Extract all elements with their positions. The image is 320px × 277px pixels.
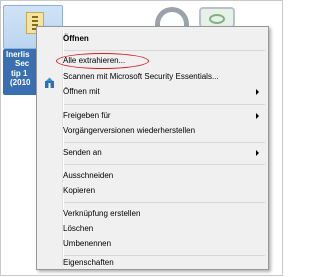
menu-item-eigenschaften[interactable]: Eigenschaften bbox=[63, 256, 114, 270]
menu-item-ausschneiden[interactable]: Ausschneiden bbox=[63, 169, 113, 183]
file-name-line: tip 1 bbox=[11, 69, 28, 78]
menu-item-oeffnen[interactable]: Öffnen bbox=[63, 32, 89, 46]
menu-separator bbox=[64, 142, 265, 143]
menu-separator bbox=[64, 202, 265, 203]
menu-item-senden-an[interactable]: Senden an bbox=[63, 146, 102, 160]
menu-item-scannen-mse[interactable]: Scannen mit Microsoft Security Essential… bbox=[63, 70, 219, 84]
file-name-line: Inerlis bbox=[6, 50, 30, 59]
menu-item-kopieren[interactable]: Kopieren bbox=[63, 184, 95, 198]
menu-item-oeffnen-mit[interactable]: Öffnen mit bbox=[63, 85, 100, 99]
menu-item-vorgaengerversionen[interactable]: Vorgängerversionen wiederherstellen bbox=[63, 124, 195, 138]
menu-separator bbox=[64, 164, 265, 165]
screenshot-frame: Inerlis Sec tip 1 (2010 Öffnen Alle extr… bbox=[0, 0, 283, 276]
file-name-line: Sec bbox=[15, 59, 30, 68]
menu-separator bbox=[64, 104, 265, 105]
menu-item-umbenennen[interactable]: Umbenennen bbox=[63, 237, 111, 251]
submenu-arrow-icon bbox=[256, 89, 259, 95]
menu-separator bbox=[64, 50, 265, 51]
menu-item-verknuepfung-erstellen[interactable]: Verknüpfung erstellen bbox=[63, 207, 140, 221]
submenu-arrow-icon bbox=[256, 150, 259, 156]
highlight-annotation-circle bbox=[56, 53, 149, 69]
microsoft-security-essentials-icon bbox=[45, 77, 54, 88]
file-name-line: (2010 bbox=[10, 78, 31, 87]
context-menu: Öffnen Alle extrahieren... Scannen mit M… bbox=[36, 26, 269, 270]
submenu-arrow-icon bbox=[256, 113, 259, 119]
menu-item-freigeben-fuer[interactable]: Freigeben für bbox=[63, 109, 111, 123]
menu-item-loeschen[interactable]: Löschen bbox=[63, 222, 93, 236]
